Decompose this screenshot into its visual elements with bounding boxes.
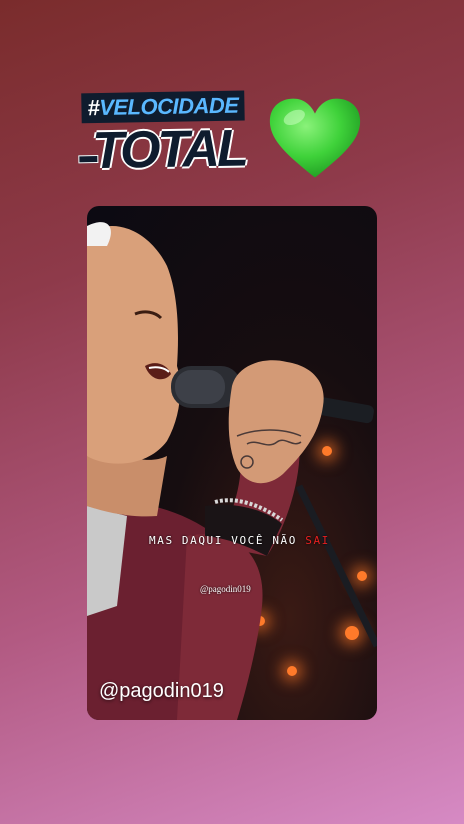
hashtag-word: VELOCIDADE xyxy=(98,92,239,121)
green-heart-icon[interactable] xyxy=(268,96,362,182)
watermark-handle: @pagodin019 xyxy=(200,584,251,594)
velocidade-total-sticker[interactable]: #VELOCIDADE TOTAL xyxy=(78,90,246,186)
lyrics-caption-highlight: SAI xyxy=(305,534,330,547)
video-frame[interactable]: MAS DAQUI VOCÊ NÃO SAI @pagodin019 @pago… xyxy=(87,206,377,720)
sticker-total-line: TOTAL xyxy=(91,119,247,181)
sticker-hashtag-line: #VELOCIDADE xyxy=(81,90,245,124)
lyrics-caption: MAS DAQUI VOCÊ NÃO SAI xyxy=(149,534,330,547)
hashtag-symbol: # xyxy=(87,95,100,121)
singer-illustration xyxy=(87,222,377,720)
creator-handle[interactable]: @pagodin019 xyxy=(99,680,224,703)
lyrics-caption-main: MAS DAQUI VOCÊ NÃO xyxy=(149,534,306,547)
